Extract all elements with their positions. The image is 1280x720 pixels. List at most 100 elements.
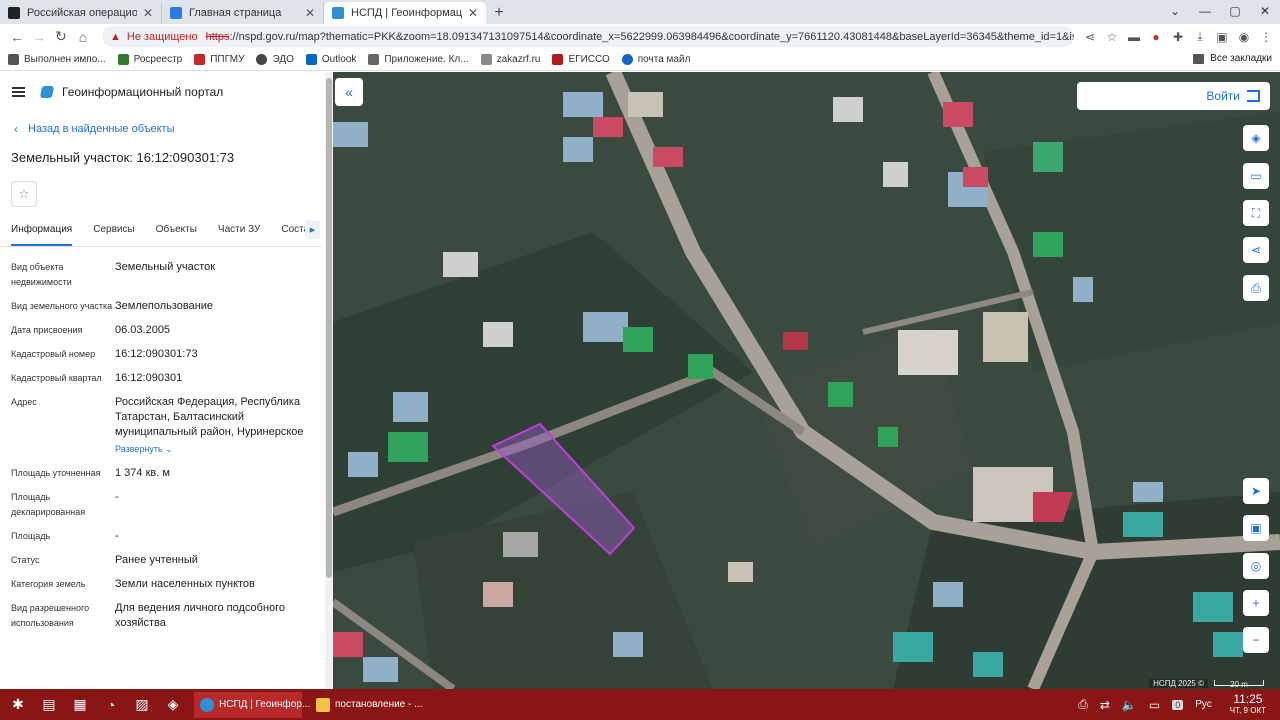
collapse-panel-button[interactable]: « xyxy=(335,78,363,106)
expand-address-link[interactable]: Развернуть ⌄ xyxy=(115,442,315,457)
photos-icon[interactable]: ▨ xyxy=(129,693,155,717)
bookmark-item[interactable]: Росреестр xyxy=(117,54,182,65)
home-icon[interactable]: ⌂ xyxy=(72,29,94,45)
property-key: Площадь xyxy=(11,531,51,541)
property-value: - xyxy=(115,491,119,503)
language-indicator[interactable]: Рус xyxy=(1195,699,1212,710)
battery-icon[interactable]: ▭ xyxy=(1149,698,1160,712)
tab-information[interactable]: Информация xyxy=(11,220,73,246)
browser-tab-2[interactable]: Главная страница ✕ xyxy=(162,2,324,24)
ruler-button[interactable]: ▭ xyxy=(1243,163,1269,189)
property-key: Вид объекта недвижимости xyxy=(11,262,72,287)
extension-icon[interactable]: ▬ xyxy=(1126,30,1142,44)
map-view[interactable]: « Войти ◈ ▭ ⛶ ⋖ ⎙ ➤ ▣ ◎ + − НСПД 2025 © … xyxy=(333,72,1280,689)
puzzle-icon[interactable]: ✚ xyxy=(1170,30,1186,44)
folder-icon xyxy=(8,54,19,65)
bookmark-item[interactable]: ЭДО xyxy=(256,54,294,65)
extension-icon[interactable]: ● xyxy=(1148,30,1164,44)
document-icon xyxy=(480,54,492,65)
property-row: Площадь - xyxy=(11,529,315,544)
property-key: Категория земель xyxy=(11,579,86,589)
property-value: 16:12:090301 xyxy=(115,372,183,384)
app-icon[interactable]: ◈ xyxy=(160,693,186,717)
panel-scrollbar[interactable] xyxy=(325,72,333,689)
property-row: Категория земель Земли населенных пунктов xyxy=(11,577,315,592)
reload-icon[interactable]: ↻ xyxy=(50,28,72,45)
satellite-imagery xyxy=(333,72,1280,689)
select-area-button[interactable]: ⛶ xyxy=(1243,200,1269,226)
tab-search-icon[interactable]: ⌄ xyxy=(1160,0,1190,24)
taskbar-app-folder[interactable]: постановление - ... xyxy=(310,692,428,718)
zoom-out-button[interactable]: − xyxy=(1243,627,1269,653)
login-button[interactable]: Войти xyxy=(1077,82,1270,110)
bookmark-item[interactable]: Выполнен импо... xyxy=(8,54,106,65)
property-row: Адрес Российская Федерация, Республика Та… xyxy=(11,395,315,457)
tab-objects[interactable]: Объекты xyxy=(156,220,197,235)
tab-close-icon[interactable]: ✕ xyxy=(305,6,315,20)
back-to-results-link[interactable]: ‹ Назад в найденные объекты xyxy=(14,122,333,136)
bookmark-item[interactable]: zakazrf.ru xyxy=(480,54,540,65)
share-icon[interactable]: ⋖ xyxy=(1082,30,1098,44)
zoom-in-button[interactable]: + xyxy=(1243,590,1269,616)
property-row: Вид разрешенного использования Для ведени… xyxy=(11,601,315,631)
all-bookmarks[interactable]: Все закладки xyxy=(1193,53,1272,64)
favorite-star-icon[interactable]: ☆ xyxy=(11,181,37,207)
layers-button[interactable]: ◈ xyxy=(1243,125,1269,151)
forward-arrow-icon[interactable]: → xyxy=(28,29,50,45)
new-tab-button[interactable]: + xyxy=(486,2,512,24)
windows-icon[interactable]: ▤ xyxy=(36,693,62,717)
start-menu-icon[interactable]: ✱ xyxy=(5,693,31,717)
bookmark-item[interactable]: Outlook xyxy=(305,54,356,65)
menu-dots-icon[interactable]: ⋮ xyxy=(1258,30,1274,44)
tabs-scroll-right-icon[interactable]: ▶ xyxy=(305,220,320,239)
tab-close-icon[interactable]: ✕ xyxy=(143,6,153,20)
egisso-icon xyxy=(552,54,564,65)
profile-icon[interactable]: ◉ xyxy=(1236,30,1252,44)
security-label[interactable]: Не защищено xyxy=(127,31,198,43)
network-icon[interactable]: ⇄ xyxy=(1100,698,1110,712)
tab-services[interactable]: Сервисы xyxy=(93,220,134,235)
tab-close-icon[interactable]: ✕ xyxy=(468,6,478,20)
tab-parts[interactable]: Части ЗУ xyxy=(218,220,260,235)
sidebar-icon[interactable]: ▣ xyxy=(1214,30,1230,44)
volume-icon[interactable]: 🔈 xyxy=(1122,698,1137,712)
maximize-icon[interactable]: ▢ xyxy=(1220,0,1250,24)
address-bar[interactable]: ▲ Не защищено https://nspd.gov.ru/map?th… xyxy=(102,26,1074,47)
window-controls: ⌄ — ▢ ✕ xyxy=(1160,0,1280,24)
browser-tab-1[interactable]: Российская операционна ✕ xyxy=(0,2,162,24)
yandex-browser-icon[interactable]: ◔ xyxy=(98,693,124,717)
location-target-icon: ◎ xyxy=(1250,559,1262,573)
portal-title: Геоинформационный портал xyxy=(62,85,224,99)
taskbar-app-browser[interactable]: НСПД | Геоинфор... xyxy=(194,691,310,718)
navigate-button[interactable]: ➤ xyxy=(1243,478,1269,504)
bookmark-star-icon[interactable]: ☆ xyxy=(1104,30,1120,44)
clock[interactable]: 11:25 ЧТ, 9 ОКТ xyxy=(1224,693,1272,716)
os-taskbar: ✱ ▤ ▦ ◔ ▨ ◈ НСПД | Геоинфор... постановл… xyxy=(0,689,1280,720)
printer-icon[interactable]: ⎙ xyxy=(1078,697,1088,712)
browser-tab-3[interactable]: НСПД | Геоинформацион ✕ xyxy=(324,2,486,24)
bookmark-item[interactable]: почта майл xyxy=(621,54,690,65)
bookmark-item[interactable]: Приложение. Кл... xyxy=(368,54,469,65)
close-window-icon[interactable]: ✕ xyxy=(1250,0,1280,24)
system-tray: ⎙ ⇄ 🔈 ▭ 0 Рус 11:25 ЧТ, 9 ОКТ xyxy=(1072,689,1280,720)
tab-favicon-icon xyxy=(8,7,20,19)
hamburger-menu-icon[interactable] xyxy=(12,85,25,99)
object-title: Земельный участок: 16:12:090301:73 xyxy=(11,150,235,165)
scrollbar-thumb[interactable] xyxy=(326,78,332,578)
tab-composition[interactable]: Соста xyxy=(281,220,305,235)
share-button[interactable]: ⋖ xyxy=(1243,237,1269,263)
minimize-icon[interactable]: — xyxy=(1190,0,1220,24)
print-button[interactable]: ⎙ xyxy=(1243,275,1269,301)
locate-button[interactable]: ◎ xyxy=(1243,553,1269,579)
property-key: Кадастровый квартал xyxy=(11,373,102,383)
notification-badge[interactable]: 0 xyxy=(1172,699,1184,710)
minimap-button[interactable]: ▣ xyxy=(1243,515,1269,541)
property-row: Вид земельного участка Землепользование xyxy=(11,299,315,314)
url-text: ://nspd.gov.ru/map?thematic=PKK&zoom=18.… xyxy=(229,30,1074,43)
back-arrow-icon[interactable]: ← xyxy=(6,29,28,45)
file-manager-icon[interactable]: ▦ xyxy=(67,693,93,717)
bookmark-item[interactable]: ППГМУ xyxy=(194,54,244,65)
bookmark-item[interactable]: ЕГИССО xyxy=(552,54,610,65)
download-icon[interactable]: ⤓ xyxy=(1192,29,1208,44)
property-key: Вид земельного участка xyxy=(11,301,113,311)
